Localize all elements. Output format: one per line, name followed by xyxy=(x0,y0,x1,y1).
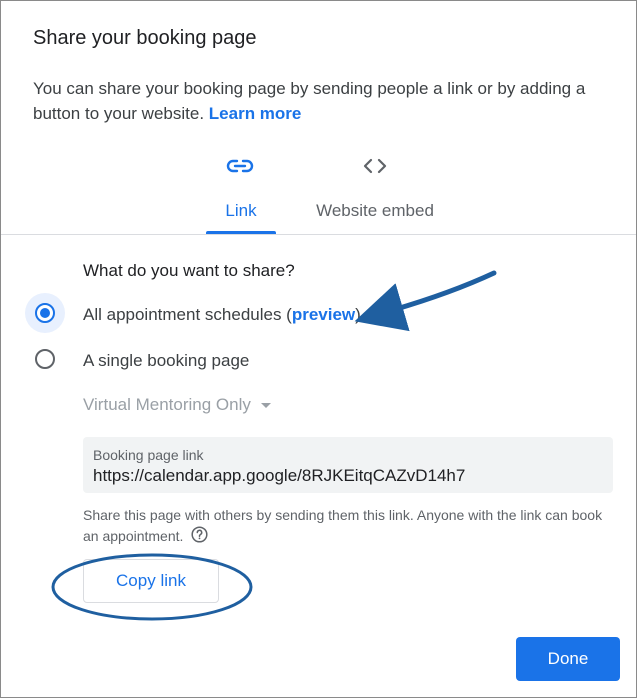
learn-more-link[interactable]: Learn more xyxy=(209,104,302,123)
option-all-prefix: All appointment schedules ( xyxy=(83,305,292,324)
description-text: You can share your booking page by sendi… xyxy=(33,79,586,123)
radio-selected-dot xyxy=(40,308,50,318)
share-dialog: Share your booking page You can share yo… xyxy=(0,0,637,698)
done-button[interactable]: Done xyxy=(516,637,620,681)
dialog-description: You can share your booking page by sendi… xyxy=(33,76,613,126)
booking-link-label: Booking page link xyxy=(93,447,204,463)
help-text: Share this page with others by sending t… xyxy=(83,505,618,549)
caret-down-icon xyxy=(260,402,271,408)
link-icon[interactable] xyxy=(220,151,260,181)
dialog-title: Share your booking page xyxy=(33,27,257,49)
booking-link-field[interactable]: Booking page link https://calendar.app.g… xyxy=(83,437,613,493)
booking-page-dropdown[interactable]: Virtual Mentoring Only xyxy=(83,395,271,415)
option-single-booking-page-label[interactable]: A single booking page xyxy=(83,351,249,371)
dropdown-value: Virtual Mentoring Only xyxy=(83,395,251,414)
radio-single-booking-page[interactable] xyxy=(35,349,55,369)
radio-all-schedules[interactable] xyxy=(35,303,55,323)
copy-link-button[interactable]: Copy link xyxy=(83,559,219,603)
preview-link[interactable]: preview xyxy=(292,305,355,324)
share-question: What do you want to share? xyxy=(83,261,295,280)
annotation-arrow xyxy=(354,270,497,332)
tab-link[interactable]: Link xyxy=(206,201,276,235)
booking-link-value[interactable]: https://calendar.app.google/8RJKEitqCAZv… xyxy=(93,465,603,487)
tab-divider xyxy=(1,234,636,235)
option-all-suffix: ) xyxy=(355,305,361,324)
help-text-content: Share this page with others by sending t… xyxy=(83,507,603,545)
option-all-schedules-label[interactable]: All appointment schedules (preview) xyxy=(83,305,361,325)
code-icon[interactable] xyxy=(355,151,395,181)
tab-website-embed[interactable]: Website embed xyxy=(301,201,449,235)
help-icon[interactable] xyxy=(191,526,208,549)
